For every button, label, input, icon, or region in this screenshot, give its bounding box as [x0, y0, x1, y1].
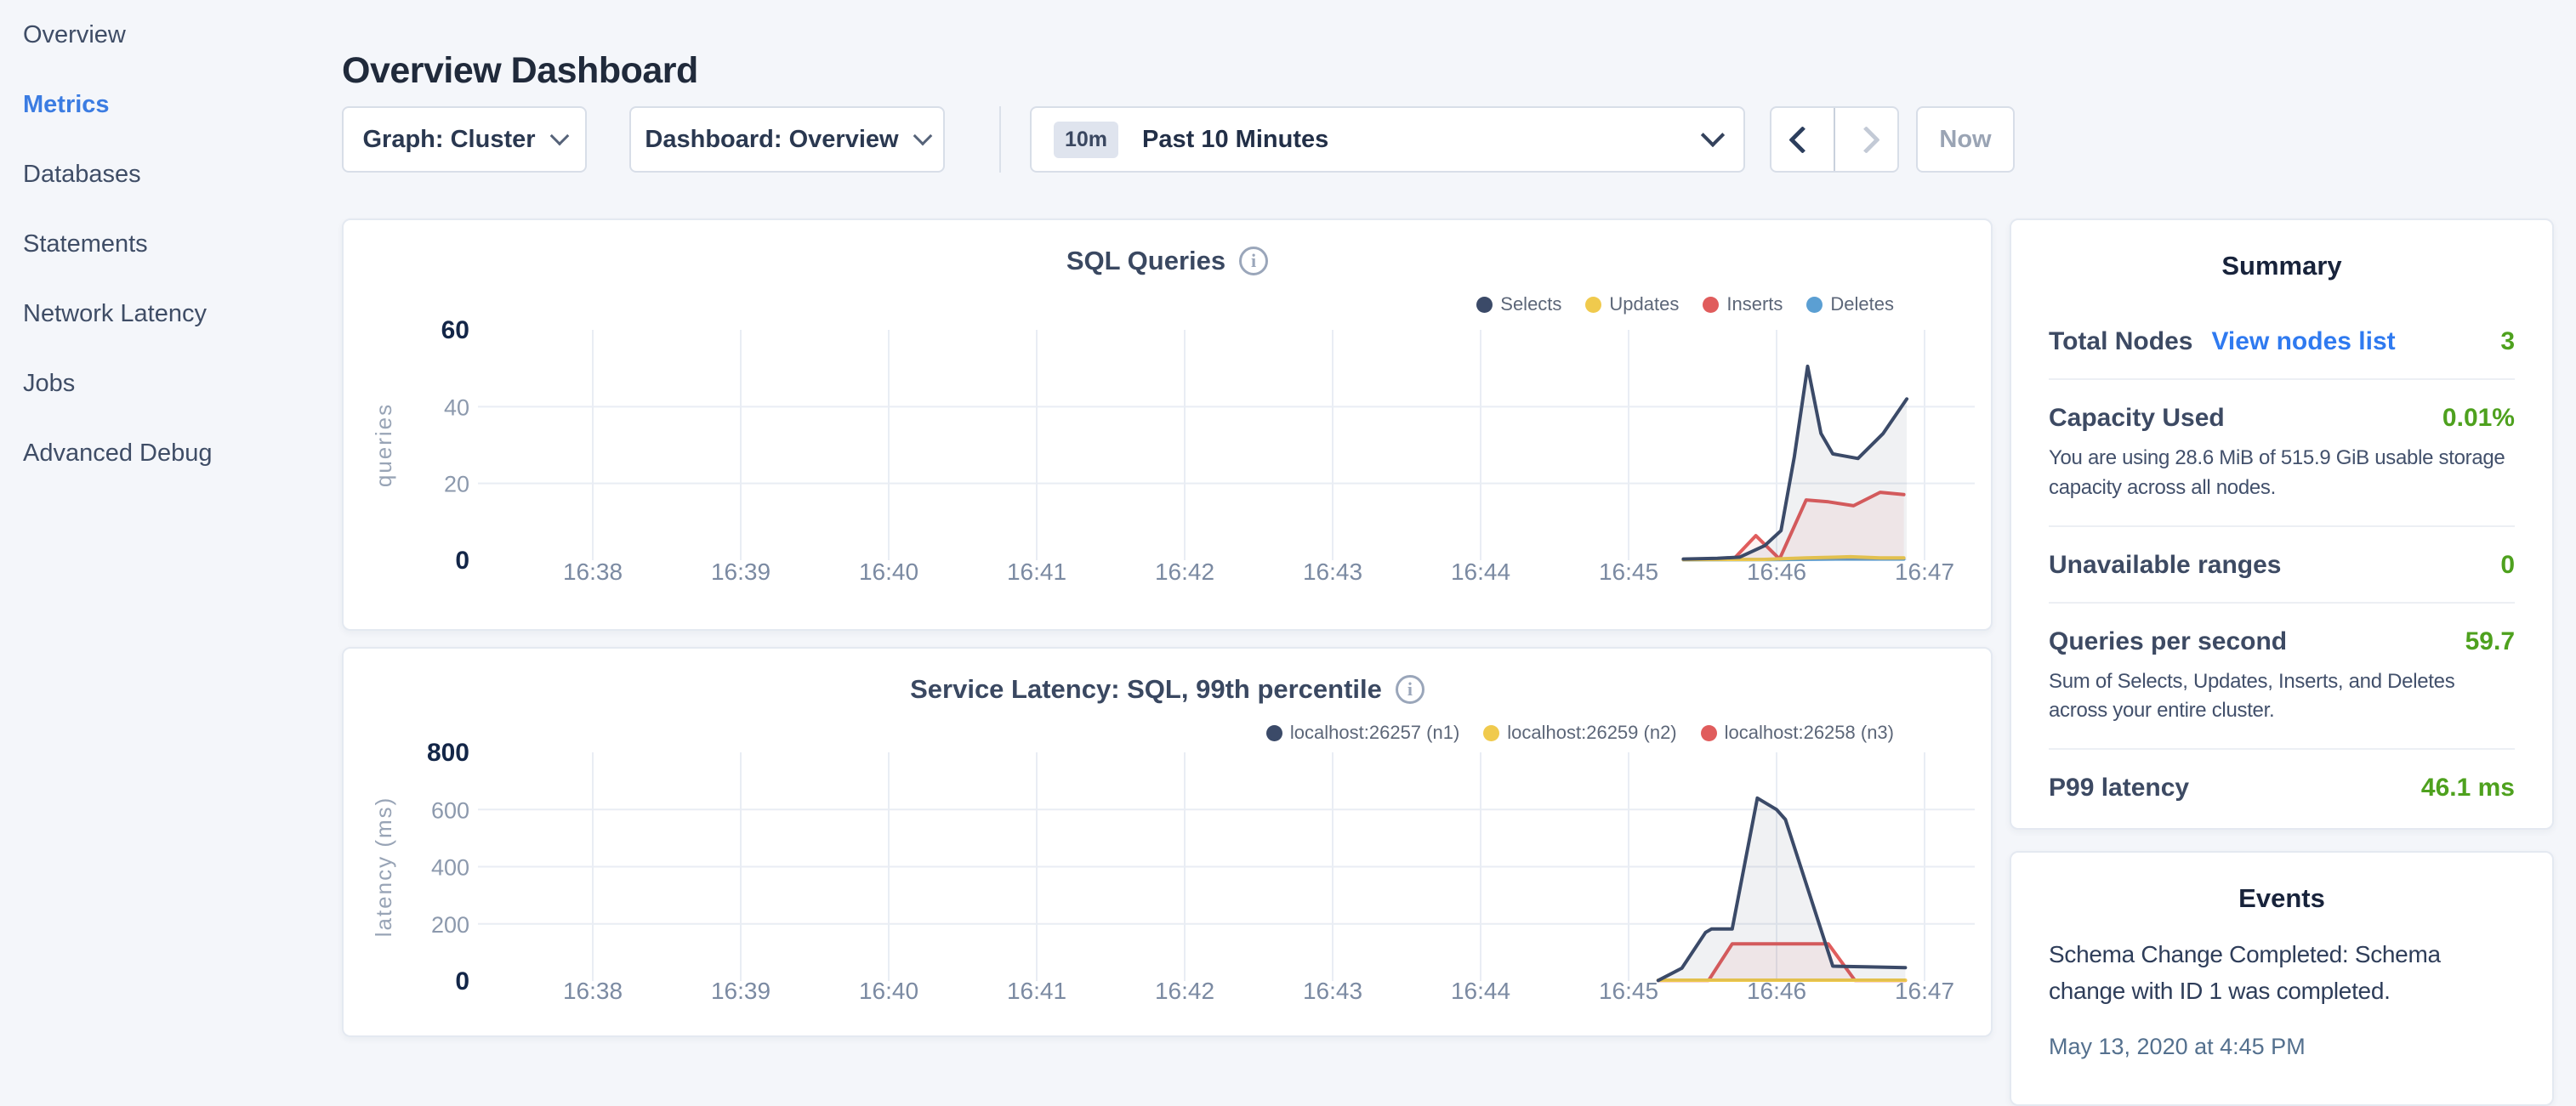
- svg-text:16:38: 16:38: [563, 559, 623, 585]
- svg-text:16:45: 16:45: [1599, 559, 1658, 585]
- svg-text:16:44: 16:44: [1451, 559, 1510, 585]
- next-timespan-button[interactable]: [1835, 108, 1897, 171]
- time-step-buttons: [1770, 106, 1899, 173]
- now-button-label: Now: [1939, 126, 1991, 154]
- summary-row-queries-per-second: Queries per second 59.7 Sum of Selects, …: [2049, 604, 2515, 751]
- sidebar-item-network-latency[interactable]: Network Latency: [23, 279, 340, 349]
- sql-queries-plot[interactable]: 16:38 16:39 16:40 16:41 16:42 16:43 16:44 16:45…: [344, 220, 1991, 629]
- svg-text:16:40: 16:40: [859, 978, 918, 1004]
- svg-text:latency (ms): latency (ms): [371, 797, 396, 938]
- svg-text:16:43: 16:43: [1303, 978, 1362, 1004]
- svg-text:16:43: 16:43: [1303, 559, 1362, 585]
- svg-text:0: 0: [455, 547, 469, 575]
- chevron-down-icon: [1701, 123, 1725, 147]
- time-window-badge: 10m: [1054, 122, 1118, 158]
- summary-panel: Summary Total Nodes View nodes list 3 Cap…: [2010, 218, 2554, 830]
- svg-text:16:38: 16:38: [563, 978, 623, 1004]
- time-window-selector[interactable]: 10m Past 10 Minutes: [1030, 106, 1745, 173]
- graph-dropdown-label: Graph: Cluster: [362, 126, 535, 154]
- sidebar-item-metrics[interactable]: Metrics: [23, 70, 340, 139]
- svg-text:16:41: 16:41: [1007, 559, 1066, 585]
- events-panel: Events Schema Change Completed: Schema c…: [2010, 851, 2554, 1106]
- svg-text:16:46: 16:46: [1747, 559, 1806, 585]
- now-button[interactable]: Now: [1916, 106, 2015, 173]
- event-text: Schema Change Completed: Schema change w…: [2049, 936, 2457, 1010]
- queries-per-second-label: Queries per second: [2049, 627, 2287, 656]
- chevron-left-icon: [1788, 126, 1817, 154]
- capacity-used-value: 0.01%: [2442, 404, 2515, 433]
- svg-text:0: 0: [455, 967, 469, 995]
- svg-text:20: 20: [444, 472, 469, 497]
- queries-per-second-value: 59.7: [2465, 627, 2515, 656]
- svg-text:16:42: 16:42: [1155, 559, 1214, 585]
- svg-text:600: 600: [431, 797, 469, 823]
- sidebar-item-jobs[interactable]: Jobs: [23, 349, 340, 418]
- summary-row-capacity-used: Capacity Used 0.01% You are using 28.6 M…: [2049, 380, 2515, 527]
- sidebar-item-statements[interactable]: Statements: [23, 209, 340, 279]
- previous-timespan-button[interactable]: [1771, 108, 1835, 171]
- svg-text:16:41: 16:41: [1007, 978, 1066, 1004]
- svg-text:60: 60: [441, 316, 469, 344]
- time-window-label: Past 10 Minutes: [1142, 126, 1680, 154]
- summary-title: Summary: [2011, 220, 2552, 281]
- svg-text:queries: queries: [371, 403, 396, 487]
- total-nodes-label: Total Nodes: [2049, 327, 2192, 355]
- p99-latency-value: 46.1 ms: [2421, 774, 2515, 803]
- sidebar-item-databases[interactable]: Databases: [23, 139, 340, 209]
- svg-text:16:45: 16:45: [1599, 978, 1658, 1004]
- service-latency-chart-card: Service Latency: SQL, 99th percentile i …: [342, 647, 1993, 1037]
- capacity-used-description: You are using 28.6 MiB of 515.9 GiB usab…: [2049, 444, 2515, 503]
- total-nodes-value: 3: [2500, 327, 2515, 356]
- svg-text:400: 400: [431, 855, 469, 881]
- page-title: Overview Dashboard: [342, 50, 698, 92]
- capacity-used-label: Capacity Used: [2049, 404, 2225, 433]
- controls-divider: [999, 106, 1001, 173]
- graph-dropdown[interactable]: Graph: Cluster: [342, 106, 587, 173]
- events-title: Events: [2011, 853, 2552, 914]
- sidebar-nav: OverviewMetricsDatabasesStatementsNetwor…: [0, 0, 340, 488]
- svg-text:16:42: 16:42: [1155, 978, 1214, 1004]
- chevron-down-icon: [913, 127, 932, 146]
- dashboard-dropdown[interactable]: Dashboard: Overview: [629, 106, 945, 173]
- svg-text:200: 200: [431, 912, 469, 938]
- svg-text:40: 40: [444, 394, 469, 420]
- queries-per-second-description: Sum of Selects, Updates, Inserts, and De…: [2049, 667, 2515, 727]
- p99-latency-label: P99 latency: [2049, 774, 2189, 803]
- sidebar-item-advanced-debug[interactable]: Advanced Debug: [23, 418, 340, 488]
- chevron-down-icon: [549, 127, 569, 146]
- event-timestamp: May 13, 2020 at 4:45 PM: [2049, 1034, 2515, 1060]
- chevron-right-icon: [1852, 126, 1880, 154]
- svg-text:16:40: 16:40: [859, 559, 918, 585]
- summary-row-unavailable-ranges: Unavailable ranges 0: [2049, 527, 2515, 604]
- svg-text:16:39: 16:39: [711, 978, 771, 1004]
- sql-queries-chart-card: SQL Queries i SelectsUpdatesInsertsDelet…: [342, 218, 1993, 631]
- unavailable-ranges-value: 0: [2500, 551, 2515, 580]
- view-nodes-list-link[interactable]: View nodes list: [2211, 327, 2395, 355]
- service-latency-plot[interactable]: 16:38 16:39 16:40 16:41 16:42 16:43 16:44 16:45…: [344, 649, 1991, 1035]
- svg-text:16:47: 16:47: [1895, 559, 1954, 585]
- event-list-item[interactable]: Schema Change Completed: Schema change w…: [2049, 936, 2515, 1060]
- summary-row-p99-latency: P99 latency 46.1 ms: [2049, 750, 2515, 825]
- sidebar-item-overview[interactable]: Overview: [23, 0, 340, 70]
- svg-text:800: 800: [427, 739, 469, 767]
- svg-text:16:39: 16:39: [711, 559, 771, 585]
- dashboard-dropdown-label: Dashboard: Overview: [645, 126, 898, 154]
- summary-row-total-nodes: Total Nodes View nodes list 3: [2049, 303, 2515, 380]
- svg-text:16:44: 16:44: [1451, 978, 1510, 1004]
- unavailable-ranges-label: Unavailable ranges: [2049, 551, 2281, 580]
